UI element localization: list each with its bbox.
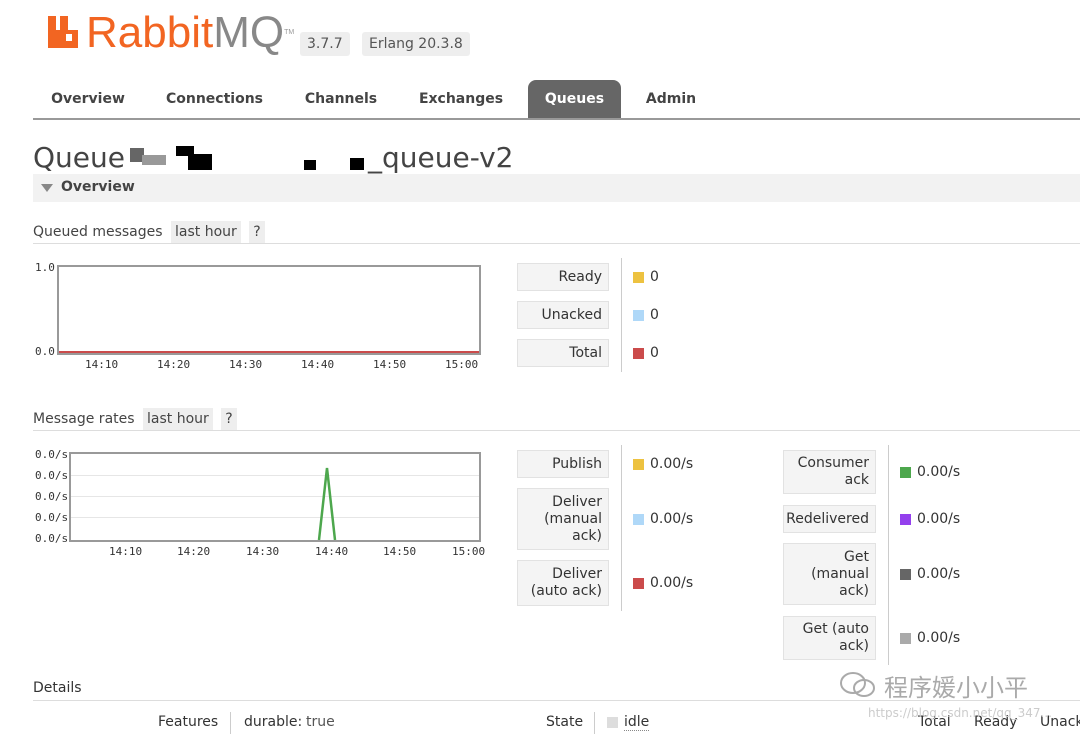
features-label: Features [158, 714, 219, 730]
publish-rate: 0.00/s [650, 456, 694, 472]
rates-x-tick: 14:10 [109, 545, 143, 558]
get-manual-color-swatch [900, 569, 911, 580]
tab-queues[interactable]: Queues [528, 80, 621, 118]
legend-deliver-manual-ack[interactable]: Deliver (manual ack) [517, 488, 609, 550]
wechat-logo-icon [840, 672, 875, 697]
watermark-text: 程序媛小小平 [884, 674, 1028, 702]
queued-x-tick: 14:20 [157, 358, 191, 371]
legend-unacked[interactable]: Unacked [517, 301, 609, 329]
rates-y-tick: 0.0/s [35, 448, 69, 461]
message-rates-heading: Message rates last hour ? [33, 408, 1080, 431]
main-nav-tabs: Overview Connections Channels Exchanges … [33, 80, 1080, 120]
rates-x-tick: 14:30 [246, 545, 280, 558]
get-manual-rate: 0.00/s [917, 566, 961, 582]
durable-key: durable: [244, 714, 303, 730]
redaction-mark [188, 154, 212, 170]
publish-color-swatch [633, 459, 644, 470]
consumer-ack-rate: 0.00/s [917, 464, 961, 480]
state-value: idle [624, 714, 650, 731]
version-badge: 3.7.7 [300, 32, 350, 56]
legend-total[interactable]: Total [517, 339, 609, 367]
consumer-ack-color-swatch [900, 467, 911, 478]
queued-y-tick: 1.0 [35, 261, 55, 274]
rabbitmq-logo-icon [48, 16, 78, 48]
redelivered-rate: 0.00/s [917, 511, 961, 527]
deliver-manual-rate: 0.00/s [650, 511, 694, 527]
collapse-triangle-icon [41, 184, 53, 192]
get-auto-rate: 0.00/s [917, 630, 961, 646]
queued-x-tick: 14:40 [301, 358, 335, 371]
unacked-value: 0 [650, 307, 659, 323]
message-rates-label: Message rates [33, 411, 135, 427]
rates-help-button[interactable]: ? [221, 408, 237, 430]
legend-publish[interactable]: Publish [517, 450, 609, 478]
queued-range-selector[interactable]: last hour [171, 221, 241, 243]
unacked-color-swatch [633, 310, 644, 321]
tab-connections[interactable]: Connections [157, 80, 272, 118]
get-auto-color-swatch [900, 633, 911, 644]
state-label: State [546, 714, 584, 730]
message-rates-chart [69, 452, 481, 542]
overview-section-label: Overview [61, 179, 135, 195]
overview-section-toggle[interactable]: Overview [33, 174, 1080, 202]
watermark-url: https://blog.csdn.net/qq_347... [868, 706, 1052, 720]
queued-help-button[interactable]: ? [249, 221, 265, 243]
ready-value: 0 [650, 269, 659, 285]
erlang-version-badge: Erlang 20.3.8 [362, 32, 470, 56]
durable-value: true [306, 714, 335, 730]
rates-y-tick: 0.0/s [35, 511, 69, 524]
queued-x-tick: 14:30 [229, 358, 263, 371]
details-heading: Details [33, 680, 82, 696]
page-title-prefix: Queue [33, 141, 125, 174]
legend-consumer-ack[interactable]: Consumer ack [783, 450, 876, 494]
deliver-auto-color-swatch [633, 578, 644, 589]
rabbitmq-logo-text: RabbitMQTM [86, 8, 295, 57]
legend-get-auto-ack[interactable]: Get (auto ack) [783, 616, 876, 660]
details-divider-vertical [230, 712, 231, 734]
consumer-ack-series [317, 467, 337, 540]
deliver-manual-color-swatch [633, 514, 644, 525]
rates-y-tick: 0.0/s [35, 532, 69, 545]
legend-deliver-auto-ack[interactable]: Deliver (auto ack) [517, 560, 609, 606]
legend-divider [888, 445, 889, 665]
queued-messages-chart [57, 265, 481, 355]
ready-color-swatch [633, 272, 644, 283]
redelivered-color-swatch [900, 514, 911, 525]
rates-x-tick: 15:00 [452, 545, 486, 558]
total-value: 0 [650, 345, 659, 361]
tab-overview[interactable]: Overview [43, 80, 133, 118]
queue-name-suffix: _queue-v2 [368, 141, 514, 174]
rates-x-tick: 14:20 [177, 545, 211, 558]
rates-x-tick: 14:50 [383, 545, 417, 558]
details-divider-vertical [594, 712, 595, 734]
queued-x-tick: 14:50 [373, 358, 407, 371]
deliver-auto-rate: 0.00/s [650, 575, 694, 591]
queued-x-tick: 14:10 [85, 358, 119, 371]
tab-exchanges[interactable]: Exchanges [411, 80, 511, 118]
legend-get-manual-ack[interactable]: Get (manual ack) [783, 543, 876, 605]
tab-channels[interactable]: Channels [291, 80, 391, 118]
redaction-mark [350, 158, 364, 170]
rates-y-tick: 0.0/s [35, 490, 69, 503]
rates-y-tick: 0.0/s [35, 469, 69, 482]
legend-divider [621, 445, 622, 611]
tab-admin[interactable]: Admin [637, 80, 705, 118]
queued-total-line [59, 351, 479, 353]
queued-x-tick: 15:00 [445, 358, 479, 371]
rates-x-tick: 14:40 [315, 545, 349, 558]
legend-redelivered[interactable]: Redelivered [783, 505, 876, 533]
redaction-mark [142, 155, 166, 165]
redaction-mark [304, 160, 316, 170]
state-indicator-icon [607, 717, 618, 728]
legend-divider [621, 258, 622, 372]
legend-ready[interactable]: Ready [517, 263, 609, 291]
queued-y-tick: 0.0 [35, 345, 55, 358]
total-color-swatch [633, 348, 644, 359]
page-title: Queue [33, 140, 125, 176]
queued-messages-heading: Queued messages last hour ? [33, 221, 1080, 244]
rates-range-selector[interactable]: last hour [143, 408, 213, 430]
queued-messages-label: Queued messages [33, 224, 163, 240]
